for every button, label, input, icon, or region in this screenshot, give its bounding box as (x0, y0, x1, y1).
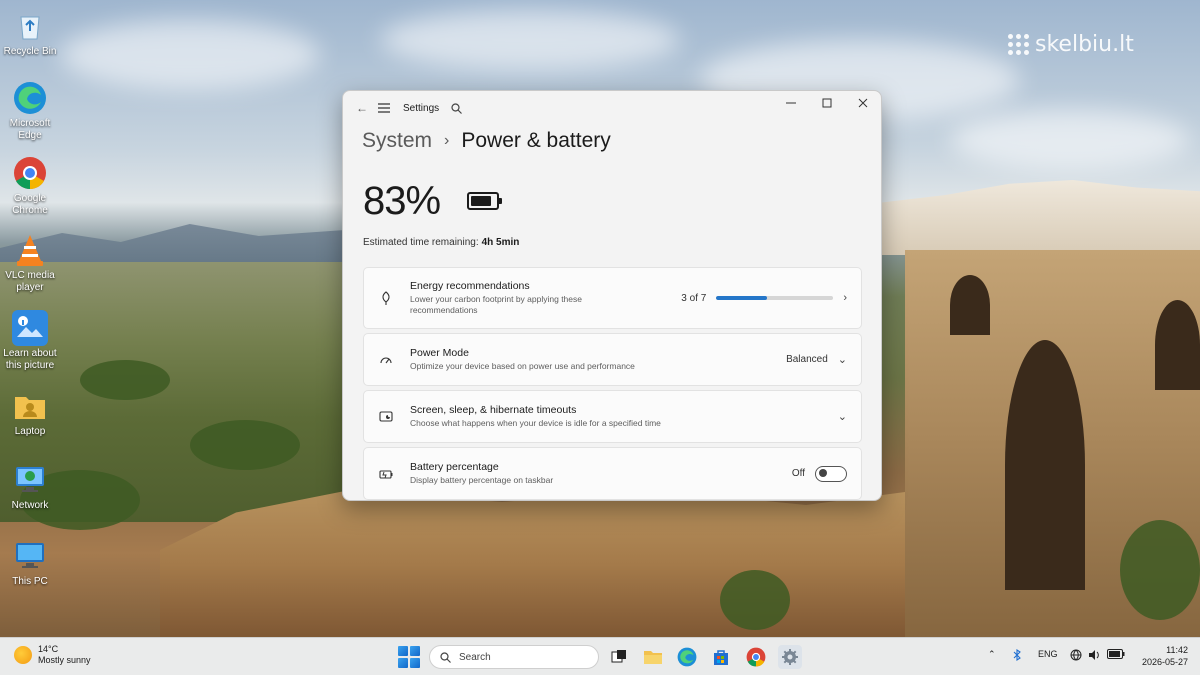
chevron-down-icon[interactable]: ⌄ (838, 410, 847, 423)
card-title: Screen, sleep, & hibernate timeouts (410, 404, 577, 416)
desktop-icon-vlc[interactable]: VLC media player (2, 232, 58, 294)
battery-saver-icon (378, 466, 394, 482)
desktop-icon-chrome[interactable]: Google Chrome (2, 155, 58, 217)
user-folder-icon (12, 388, 48, 424)
clock-date: 2026-05-27 (1141, 657, 1188, 667)
battery-percentage-card: Battery percentage Display battery perce… (363, 447, 862, 500)
taskbar: 14°C Mostly sunny Search ⌃ ENG 11:42 202… (0, 637, 1200, 675)
settings-gear-icon[interactable] (778, 645, 802, 669)
title-bar: ← Settings (343, 91, 881, 125)
maximize-icon[interactable] (809, 91, 845, 115)
desktop-icon-label: This PC (12, 576, 48, 587)
desktop-icon-edge[interactable]: Microsoft Edge (2, 80, 58, 142)
energy-progress-bar (716, 296, 834, 300)
estimated-time: Estimated time remaining: 4h 5min (363, 237, 519, 248)
desktop-icon-label: Microsoft Edge (9, 118, 51, 141)
desktop-icon-label: Laptop (14, 426, 46, 437)
hamburger-menu-icon[interactable] (373, 97, 395, 119)
task-view-icon[interactable] (607, 645, 631, 669)
window-controls (773, 91, 881, 115)
edge-icon[interactable] (675, 645, 699, 669)
weather-temp: 14°C (38, 644, 59, 654)
watermark-text: skelbiu.lt (1035, 32, 1134, 57)
card-subtitle: Optimize your device based on power use … (410, 361, 635, 371)
search-icon[interactable] (445, 97, 467, 119)
start-button[interactable] (398, 646, 420, 668)
toggle-state-label: Off (791, 468, 805, 479)
card-subtitle: Display battery percentage on taskbar (410, 475, 554, 485)
volume-icon[interactable] (1088, 649, 1101, 663)
card-title: Battery percentage (410, 461, 499, 473)
clock[interactable]: 11:42 2026-05-27 (1142, 644, 1188, 668)
vlc-icon (12, 232, 48, 268)
desktop-icon-laptop-folder[interactable]: Laptop (2, 388, 58, 438)
desktop-icon-label: Recycle Bin (3, 46, 57, 57)
energy-progress-text: 3 of 7 (681, 292, 707, 304)
this-pc-icon (12, 538, 48, 574)
network-icon (12, 462, 48, 498)
card-title: Power Mode (410, 347, 469, 359)
desktop-icon-label: Google Chrome (12, 193, 48, 216)
desktop-icon-label: Network (11, 500, 49, 511)
battery-percentage-toggle[interactable] (815, 465, 847, 482)
network-globe-icon[interactable] (1070, 649, 1082, 663)
gauge-icon (378, 352, 394, 368)
language-indicator[interactable]: ENG (1038, 649, 1058, 659)
watermark-logo-icon (1008, 34, 1029, 55)
power-mode-dropdown[interactable]: Balanced ⌄ (786, 353, 847, 366)
chevron-up-icon[interactable]: ⌃ (988, 649, 996, 660)
screen-sleep-card[interactable]: Screen, sleep, & hibernate timeouts Choo… (363, 390, 862, 443)
page-title: Power & battery (461, 129, 611, 152)
battery-percentage: 83% (363, 179, 441, 223)
weather-desc: Mostly sunny (38, 655, 91, 665)
search-icon (440, 651, 451, 663)
card-subtitle: Choose what happens when your device is … (410, 418, 661, 428)
microsoft-store-icon[interactable] (709, 645, 733, 669)
energy-recommendations-card[interactable]: Energy recommendations Lower your carbon… (363, 267, 862, 329)
minimize-icon[interactable] (773, 91, 809, 115)
screen-sleep-icon (378, 409, 394, 425)
file-explorer-icon[interactable] (641, 645, 665, 669)
taskbar-search[interactable]: Search (429, 645, 599, 669)
desktop-icon-this-pc[interactable]: This PC (2, 538, 58, 588)
learn-picture-icon (12, 310, 48, 346)
power-mode-card[interactable]: Power Mode Optimize your device based on… (363, 333, 862, 386)
watermark: skelbiu.lt (1008, 32, 1134, 57)
recycle-bin-icon (12, 8, 48, 44)
estimated-time-label: Estimated time remaining: (363, 237, 479, 248)
taskbar-battery-icon[interactable] (1107, 649, 1125, 661)
chevron-right-icon: › (843, 292, 847, 304)
breadcrumb: System › Power & battery (362, 129, 611, 153)
weather-widget[interactable]: 14°C Mostly sunny (14, 644, 91, 666)
chrome-icon[interactable] (744, 645, 768, 669)
card-subtitle: Lower your carbon footprint by applying … (410, 294, 582, 315)
desktop-icon-learn-picture[interactable]: Learn about this picture (2, 310, 58, 372)
edge-icon (12, 80, 48, 116)
chevron-down-icon: ⌄ (837, 354, 847, 366)
settings-window: ← Settings System › Power & battery 83% … (342, 90, 882, 501)
chevron-right-icon: › (444, 132, 450, 149)
power-mode-value: Balanced (786, 354, 828, 365)
sun-icon (14, 646, 32, 664)
clock-time: 11:42 (1166, 645, 1188, 655)
desktop-icon-label: VLC media player (5, 270, 55, 293)
window-title: Settings (403, 102, 440, 114)
chrome-icon (12, 155, 48, 191)
back-arrow-icon[interactable]: ← (351, 97, 373, 119)
breadcrumb-system[interactable]: System (362, 129, 432, 153)
desktop-icon-label: Learn about this picture (3, 348, 57, 371)
desktop-icon-network[interactable]: Network (2, 462, 58, 512)
bluetooth-icon[interactable] (1013, 648, 1021, 663)
estimated-time-value: 4h 5min (481, 237, 520, 248)
search-placeholder: Search (459, 651, 491, 663)
close-icon[interactable] (845, 91, 881, 115)
card-title: Energy recommendations (410, 280, 530, 292)
leaf-icon (378, 290, 394, 306)
battery-icon (467, 192, 502, 210)
desktop-icon-recycle-bin[interactable]: Recycle Bin (2, 8, 58, 58)
windows-logo-icon (398, 646, 408, 656)
